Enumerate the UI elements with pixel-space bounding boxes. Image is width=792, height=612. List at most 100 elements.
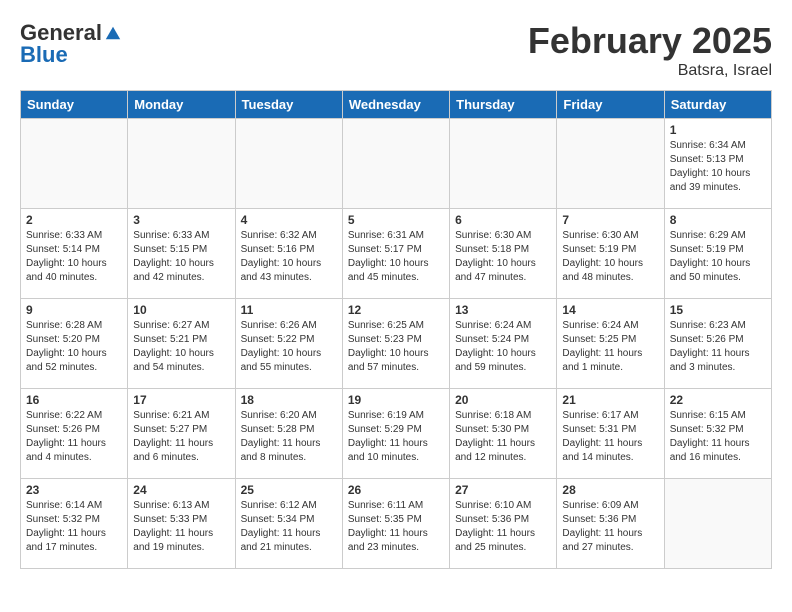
- calendar-cell: [664, 479, 771, 569]
- calendar-cell: 14 Sunrise: 6:24 AM Sunset: 5:25 PM Dayli…: [557, 299, 664, 389]
- day-info: Sunrise: 6:34 AM Sunset: 5:13 PM Dayligh…: [670, 139, 766, 195]
- calendar-week-row: 1 Sunrise: 6:34 AM Sunset: 5:13 PM Daylig…: [21, 119, 772, 209]
- day-info: Sunrise: 6:17 AM Sunset: 5:31 PM Dayligh…: [562, 409, 658, 465]
- calendar-cell: [235, 119, 342, 209]
- day-info: Sunrise: 6:33 AM Sunset: 5:15 PM Dayligh…: [133, 229, 229, 285]
- day-info: Sunrise: 6:28 AM Sunset: 5:20 PM Dayligh…: [26, 319, 122, 375]
- calendar-cell: 10 Sunrise: 6:27 AM Sunset: 5:21 PM Dayli…: [128, 299, 235, 389]
- calendar-cell: [557, 119, 664, 209]
- day-info: Sunrise: 6:13 AM Sunset: 5:33 PM Dayligh…: [133, 499, 229, 555]
- day-info: Sunrise: 6:26 AM Sunset: 5:22 PM Dayligh…: [241, 319, 337, 375]
- calendar-week-row: 9 Sunrise: 6:28 AM Sunset: 5:20 PM Daylig…: [21, 299, 772, 389]
- logo-blue-text: Blue: [20, 42, 68, 68]
- day-info: Sunrise: 6:18 AM Sunset: 5:30 PM Dayligh…: [455, 409, 551, 465]
- weekday-header: Wednesday: [342, 91, 449, 119]
- day-number: 2: [26, 213, 122, 227]
- day-number: 9: [26, 303, 122, 317]
- day-number: 8: [670, 213, 766, 227]
- calendar-cell: [342, 119, 449, 209]
- calendar-cell: 11 Sunrise: 6:26 AM Sunset: 5:22 PM Dayli…: [235, 299, 342, 389]
- day-number: 16: [26, 393, 122, 407]
- day-number: 14: [562, 303, 658, 317]
- calendar-cell: 15 Sunrise: 6:23 AM Sunset: 5:26 PM Dayli…: [664, 299, 771, 389]
- calendar-cell: 22Sunrise: 6:15 AM Sunset: 5:32 PM Dayli…: [664, 389, 771, 479]
- day-number: 11: [241, 303, 337, 317]
- day-info: Sunrise: 6:30 AM Sunset: 5:18 PM Dayligh…: [455, 229, 551, 285]
- day-number: 10: [133, 303, 229, 317]
- logo-icon: [104, 24, 122, 42]
- calendar-week-row: 23 Sunrise: 6:14 AM Sunset: 5:32 PM Dayli…: [21, 479, 772, 569]
- calendar-cell: 17 Sunrise: 6:21 AM Sunset: 5:27 PM Dayli…: [128, 389, 235, 479]
- calendar-cell: 26Sunrise: 6:11 AM Sunset: 5:35 PM Dayli…: [342, 479, 449, 569]
- calendar-cell: 1 Sunrise: 6:34 AM Sunset: 5:13 PM Daylig…: [664, 119, 771, 209]
- calendar-cell: 18 Sunrise: 6:20 AM Sunset: 5:28 PM Dayli…: [235, 389, 342, 479]
- day-number: 6: [455, 213, 551, 227]
- day-number: 13: [455, 303, 551, 317]
- day-number: 18: [241, 393, 337, 407]
- calendar-cell: 6 Sunrise: 6:30 AM Sunset: 5:18 PM Daylig…: [450, 209, 557, 299]
- calendar-cell: [21, 119, 128, 209]
- day-number: 20: [455, 393, 551, 407]
- calendar-table: SundayMondayTuesdayWednesdayThursdayFrid…: [20, 90, 772, 569]
- day-info: Sunrise: 6:19 AM Sunset: 5:29 PM Dayligh…: [348, 409, 444, 465]
- calendar-week-row: 16 Sunrise: 6:22 AM Sunset: 5:26 PM Dayli…: [21, 389, 772, 479]
- calendar-cell: 7 Sunrise: 6:30 AM Sunset: 5:19 PM Daylig…: [557, 209, 664, 299]
- day-number: 19: [348, 393, 444, 407]
- day-number: 23: [26, 483, 122, 497]
- weekday-header: Tuesday: [235, 91, 342, 119]
- day-info: Sunrise: 6:25 AM Sunset: 5:23 PM Dayligh…: [348, 319, 444, 375]
- logo: General Blue: [20, 20, 122, 68]
- day-info: Sunrise: 6:09 AM Sunset: 5:36 PM Dayligh…: [562, 499, 658, 555]
- day-number: 21: [562, 393, 658, 407]
- calendar-title: February 2025: [528, 20, 772, 62]
- day-number: 27: [455, 483, 551, 497]
- day-info: Sunrise: 6:22 AM Sunset: 5:26 PM Dayligh…: [26, 409, 122, 465]
- day-number: 28: [562, 483, 658, 497]
- day-number: 17: [133, 393, 229, 407]
- weekday-header: Friday: [557, 91, 664, 119]
- day-info: Sunrise: 6:14 AM Sunset: 5:32 PM Dayligh…: [26, 499, 122, 555]
- calendar-week-row: 2 Sunrise: 6:33 AM Sunset: 5:14 PM Daylig…: [21, 209, 772, 299]
- day-info: Sunrise: 6:24 AM Sunset: 5:25 PM Dayligh…: [562, 319, 658, 375]
- calendar-cell: 27 Sunrise: 6:10 AM Sunset: 5:36 PM Dayli…: [450, 479, 557, 569]
- calendar-cell: 5 Sunrise: 6:31 AM Sunset: 5:17 PM Daylig…: [342, 209, 449, 299]
- day-info: Sunrise: 6:10 AM Sunset: 5:36 PM Dayligh…: [455, 499, 551, 555]
- day-info: Sunrise: 6:31 AM Sunset: 5:17 PM Dayligh…: [348, 229, 444, 285]
- page-header: General Blue February 2025 Batsra, Israe…: [20, 20, 772, 80]
- calendar-subtitle: Batsra, Israel: [528, 62, 772, 80]
- day-number: 7: [562, 213, 658, 227]
- calendar-cell: 23 Sunrise: 6:14 AM Sunset: 5:32 PM Dayli…: [21, 479, 128, 569]
- calendar-cell: 4 Sunrise: 6:32 AM Sunset: 5:16 PM Daylig…: [235, 209, 342, 299]
- day-number: 5: [348, 213, 444, 227]
- day-number: 3: [133, 213, 229, 227]
- day-info: Sunrise: 6:12 AM Sunset: 5:34 PM Dayligh…: [241, 499, 337, 555]
- day-info: Sunrise: 6:21 AM Sunset: 5:27 PM Dayligh…: [133, 409, 229, 465]
- calendar-cell: 16 Sunrise: 6:22 AM Sunset: 5:26 PM Dayli…: [21, 389, 128, 479]
- calendar-cell: 9 Sunrise: 6:28 AM Sunset: 5:20 PM Daylig…: [21, 299, 128, 389]
- calendar-cell: 28 Sunrise: 6:09 AM Sunset: 5:36 PM Dayli…: [557, 479, 664, 569]
- calendar-cell: [450, 119, 557, 209]
- calendar-cell: 3 Sunrise: 6:33 AM Sunset: 5:15 PM Daylig…: [128, 209, 235, 299]
- day-info: Sunrise: 6:27 AM Sunset: 5:21 PM Dayligh…: [133, 319, 229, 375]
- calendar-cell: 21 Sunrise: 6:17 AM Sunset: 5:31 PM Dayli…: [557, 389, 664, 479]
- day-info: Sunrise: 6:30 AM Sunset: 5:19 PM Dayligh…: [562, 229, 658, 285]
- day-number: 4: [241, 213, 337, 227]
- day-info: Sunrise: 6:24 AM Sunset: 5:24 PM Dayligh…: [455, 319, 551, 375]
- day-info: Sunrise: 6:20 AM Sunset: 5:28 PM Dayligh…: [241, 409, 337, 465]
- title-block: February 2025 Batsra, Israel: [528, 20, 772, 80]
- calendar-cell: 12Sunrise: 6:25 AM Sunset: 5:23 PM Dayli…: [342, 299, 449, 389]
- day-info: Sunrise: 6:29 AM Sunset: 5:19 PM Dayligh…: [670, 229, 766, 285]
- day-info: Sunrise: 6:32 AM Sunset: 5:16 PM Dayligh…: [241, 229, 337, 285]
- weekday-header-row: SundayMondayTuesdayWednesdayThursdayFrid…: [21, 91, 772, 119]
- day-info: Sunrise: 6:23 AM Sunset: 5:26 PM Dayligh…: [670, 319, 766, 375]
- day-number: 15: [670, 303, 766, 317]
- day-number: 1: [670, 123, 766, 137]
- day-number: 24: [133, 483, 229, 497]
- day-info: Sunrise: 6:15 AM Sunset: 5:32 PM Dayligh…: [670, 409, 766, 465]
- day-info: Sunrise: 6:33 AM Sunset: 5:14 PM Dayligh…: [26, 229, 122, 285]
- calendar-cell: 8 Sunrise: 6:29 AM Sunset: 5:19 PM Daylig…: [664, 209, 771, 299]
- weekday-header: Thursday: [450, 91, 557, 119]
- calendar-cell: [128, 119, 235, 209]
- calendar-cell: 24 Sunrise: 6:13 AM Sunset: 5:33 PM Dayli…: [128, 479, 235, 569]
- calendar-cell: 20 Sunrise: 6:18 AM Sunset: 5:30 PM Dayli…: [450, 389, 557, 479]
